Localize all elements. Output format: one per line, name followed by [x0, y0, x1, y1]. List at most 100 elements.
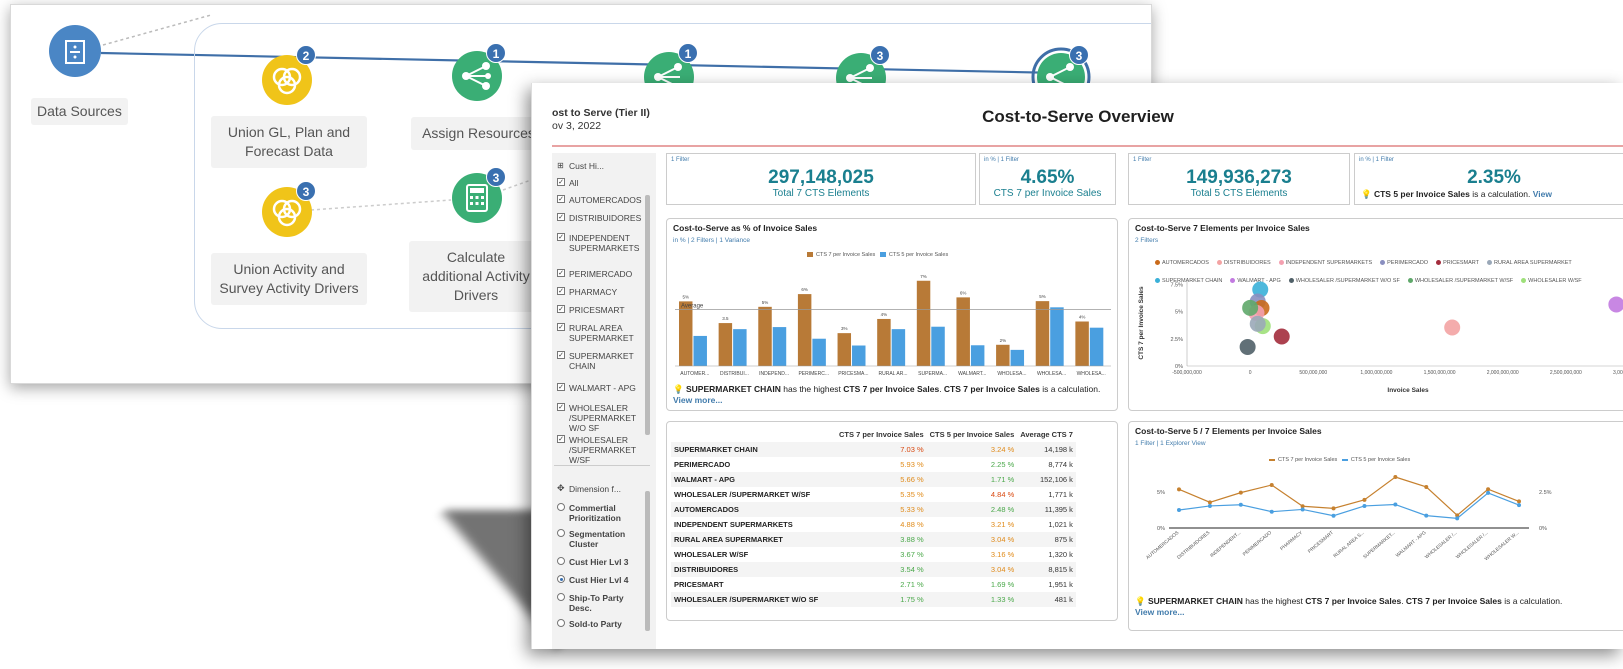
line-point[interactable]: [1424, 484, 1429, 489]
dimension-radio-item[interactable]: Cust Hier Lvl 3: [557, 557, 643, 567]
column-header[interactable]: CTS 5 per Invoice Sales: [927, 427, 1018, 442]
line-point[interactable]: [1486, 490, 1491, 495]
checkbox-checked[interactable]: ✓: [557, 305, 565, 313]
checkbox-checked[interactable]: ✓: [557, 195, 565, 203]
card-meta[interactable]: 1 Filter | 1 Explorer View: [1135, 440, 1206, 447]
line-point[interactable]: [1238, 490, 1243, 495]
table-row[interactable]: WHOLESALER W/SF 3.67 % 3.16 % 1,320 k: [671, 547, 1076, 562]
radio-button[interactable]: [557, 529, 565, 537]
table-row[interactable]: DISTRIBUIDORES 3.54 % 3.04 % 8,815 k: [671, 562, 1076, 577]
line-point[interactable]: [1393, 502, 1398, 507]
dimension-radio-item[interactable]: Segmentation Cluster: [557, 529, 643, 549]
dimension-filter-header[interactable]: ✥ Dimension f...: [557, 483, 643, 494]
bar-cts5[interactable]: [891, 329, 906, 366]
kpi-total-7-cts[interactable]: 1 Filter 297,148,025 Total 7 CTS Element…: [666, 153, 976, 205]
bar-cts5[interactable]: [1050, 307, 1064, 366]
dimension-radio-item[interactable]: Ship-To Party Desc.: [557, 593, 643, 613]
bar-cts7[interactable]: [1035, 301, 1050, 366]
cust-filter-item[interactable]: ✓ DISTRIBUIDORES: [557, 213, 643, 223]
table-row[interactable]: WHOLESALER /SUPERMARKET W/O SF 1.75 % 1.33…: [671, 592, 1076, 607]
bar-cts5[interactable]: [693, 335, 707, 366]
line-point[interactable]: [1269, 483, 1274, 488]
cust-filter-item[interactable]: ✓ PERIMERCADO: [557, 269, 643, 279]
kpi-cts5-per-sales[interactable]: in % | 1 Filter 2.35% 💡 CTS 5 per Invoic…: [1354, 153, 1623, 205]
bar-cts5[interactable]: [772, 327, 787, 366]
table-row[interactable]: PERIMERCADO 5.93 % 2.25 % 8,774 k: [671, 457, 1076, 472]
cust-filter-item[interactable]: ✓ AUTOMERCADOS: [557, 195, 643, 205]
line-chart-card[interactable]: Cost-to-Serve 5 / 7 Elements per Invoice…: [1128, 421, 1623, 631]
cust-filter-item[interactable]: ✓ WHOLESALER /SUPERMARKET W/O SF: [557, 403, 643, 433]
line-point[interactable]: [1331, 513, 1336, 518]
checkbox-checked[interactable]: ✓: [557, 435, 565, 443]
line-point[interactable]: [1207, 503, 1212, 508]
checkbox-checked[interactable]: ✓: [557, 351, 565, 359]
table-row[interactable]: WALMART - APG 5.66 % 1.71 % 152,106 k: [671, 472, 1076, 487]
radio-button[interactable]: [557, 593, 565, 601]
line-point[interactable]: [1177, 508, 1181, 513]
bar-cts7[interactable]: [797, 294, 812, 366]
scatter-chart-card[interactable]: Cost-to-Serve 7 Elements per Invoice Sal…: [1128, 218, 1623, 411]
metrics-table-card[interactable]: CTS 7 per Invoice Sales CTS 5 per Invoice…: [666, 421, 1118, 621]
bar-cts7[interactable]: [758, 306, 772, 366]
view-more-link[interactable]: View more...: [673, 395, 722, 405]
bar-cts5[interactable]: [852, 345, 866, 366]
line-point[interactable]: [1517, 499, 1521, 504]
bar-cts5[interactable]: [931, 326, 945, 366]
table-row[interactable]: RURAL AREA SUPERMARKET 3.88 % 3.04 % 875 k: [671, 532, 1076, 547]
line-point[interactable]: [1424, 513, 1429, 518]
bar-cts5[interactable]: [812, 338, 826, 366]
dimension-scrollbar[interactable]: [645, 491, 650, 631]
checkbox-checked[interactable]: ✓: [557, 323, 565, 331]
cust-filter-item[interactable]: ✓ SUPERMARKET CHAIN: [557, 351, 643, 371]
cust-filter-item[interactable]: ✓ PRICESMART: [557, 305, 643, 315]
filter-scrollbar[interactable]: [645, 195, 650, 435]
radio-button[interactable]: [557, 557, 565, 565]
scatter-point[interactable]: [1242, 299, 1259, 316]
line-point[interactable]: [1269, 509, 1274, 514]
line-point[interactable]: [1300, 507, 1305, 512]
line-point[interactable]: [1486, 487, 1491, 492]
cust-filter-item[interactable]: ✓ RURAL AREA SUPERMARKET: [557, 323, 643, 343]
line-point[interactable]: [1362, 497, 1367, 502]
bar-cts7[interactable]: [916, 280, 931, 366]
checkbox-checked[interactable]: ✓: [557, 403, 565, 411]
cust-filter-item[interactable]: ✓ WHOLESALER /SUPERMARKET W/SF: [557, 435, 643, 465]
checkbox-checked[interactable]: ✓: [557, 178, 565, 186]
dimension-radio-item[interactable]: Sold-to Party: [557, 619, 643, 629]
cust-filter-item[interactable]: ✓ WALMART - APG: [557, 383, 643, 393]
checkbox-checked[interactable]: ✓: [557, 287, 565, 295]
column-header[interactable]: CTS 7 per Invoice Sales: [836, 427, 927, 442]
checkbox-checked[interactable]: ✓: [557, 269, 565, 277]
bar-cts5[interactable]: [970, 345, 985, 366]
table-row[interactable]: SUPERMARKET CHAIN 7.03 % 3.24 % 14,198 k: [671, 442, 1076, 457]
card-meta[interactable]: 2 Filters: [1135, 237, 1158, 244]
scatter-point[interactable]: [1273, 328, 1290, 345]
dimension-radio-item[interactable]: Commertial Prioritization: [557, 503, 643, 523]
table-row[interactable]: WHOLESALER /SUPERMARKET W/SF 5.35 % 4.84 %…: [671, 487, 1076, 502]
scatter-point[interactable]: [1239, 338, 1256, 355]
bar-cts7[interactable]: [718, 323, 733, 366]
bar-cts7[interactable]: [956, 297, 970, 366]
bar-cts7[interactable]: [679, 301, 693, 366]
checkbox-checked[interactable]: ✓: [557, 213, 565, 221]
bar-cts7[interactable]: [877, 318, 891, 366]
table-row[interactable]: PRICESMART 2.71 % 1.69 % 1,951 k: [671, 577, 1076, 592]
flow-node-data-sources[interactable]: [49, 25, 101, 82]
kpi-view-link[interactable]: View: [1533, 189, 1552, 199]
bar-chart-card[interactable]: Cost-to-Serve as % of Invoice Sales in %…: [666, 218, 1118, 411]
kpi-cts7-per-sales[interactable]: in % | 1 Filter 4.65% CTS 7 per Invoice …: [979, 153, 1116, 205]
scatter-point[interactable]: [1608, 296, 1623, 313]
bar-cts7[interactable]: [996, 344, 1010, 366]
line-point[interactable]: [1517, 503, 1521, 508]
scatter-point[interactable]: [1249, 315, 1266, 332]
table-row[interactable]: AUTOMERCADOS 5.33 % 2.48 % 11,395 k: [671, 502, 1076, 517]
radio-button[interactable]: [557, 503, 565, 511]
line-point[interactable]: [1238, 502, 1243, 507]
bar-cts5[interactable]: [1089, 327, 1104, 366]
cust-filter-item[interactable]: ✓ INDEPENDENT SUPERMARKETS: [557, 233, 643, 253]
line-point[interactable]: [1331, 506, 1336, 511]
cust-hier-filter-header[interactable]: ⊞ Cust Hi...: [557, 161, 643, 171]
column-header[interactable]: Average CTS 7: [1017, 427, 1076, 442]
bar-cts7[interactable]: [837, 333, 852, 366]
view-more-link[interactable]: View more...: [1135, 607, 1184, 617]
